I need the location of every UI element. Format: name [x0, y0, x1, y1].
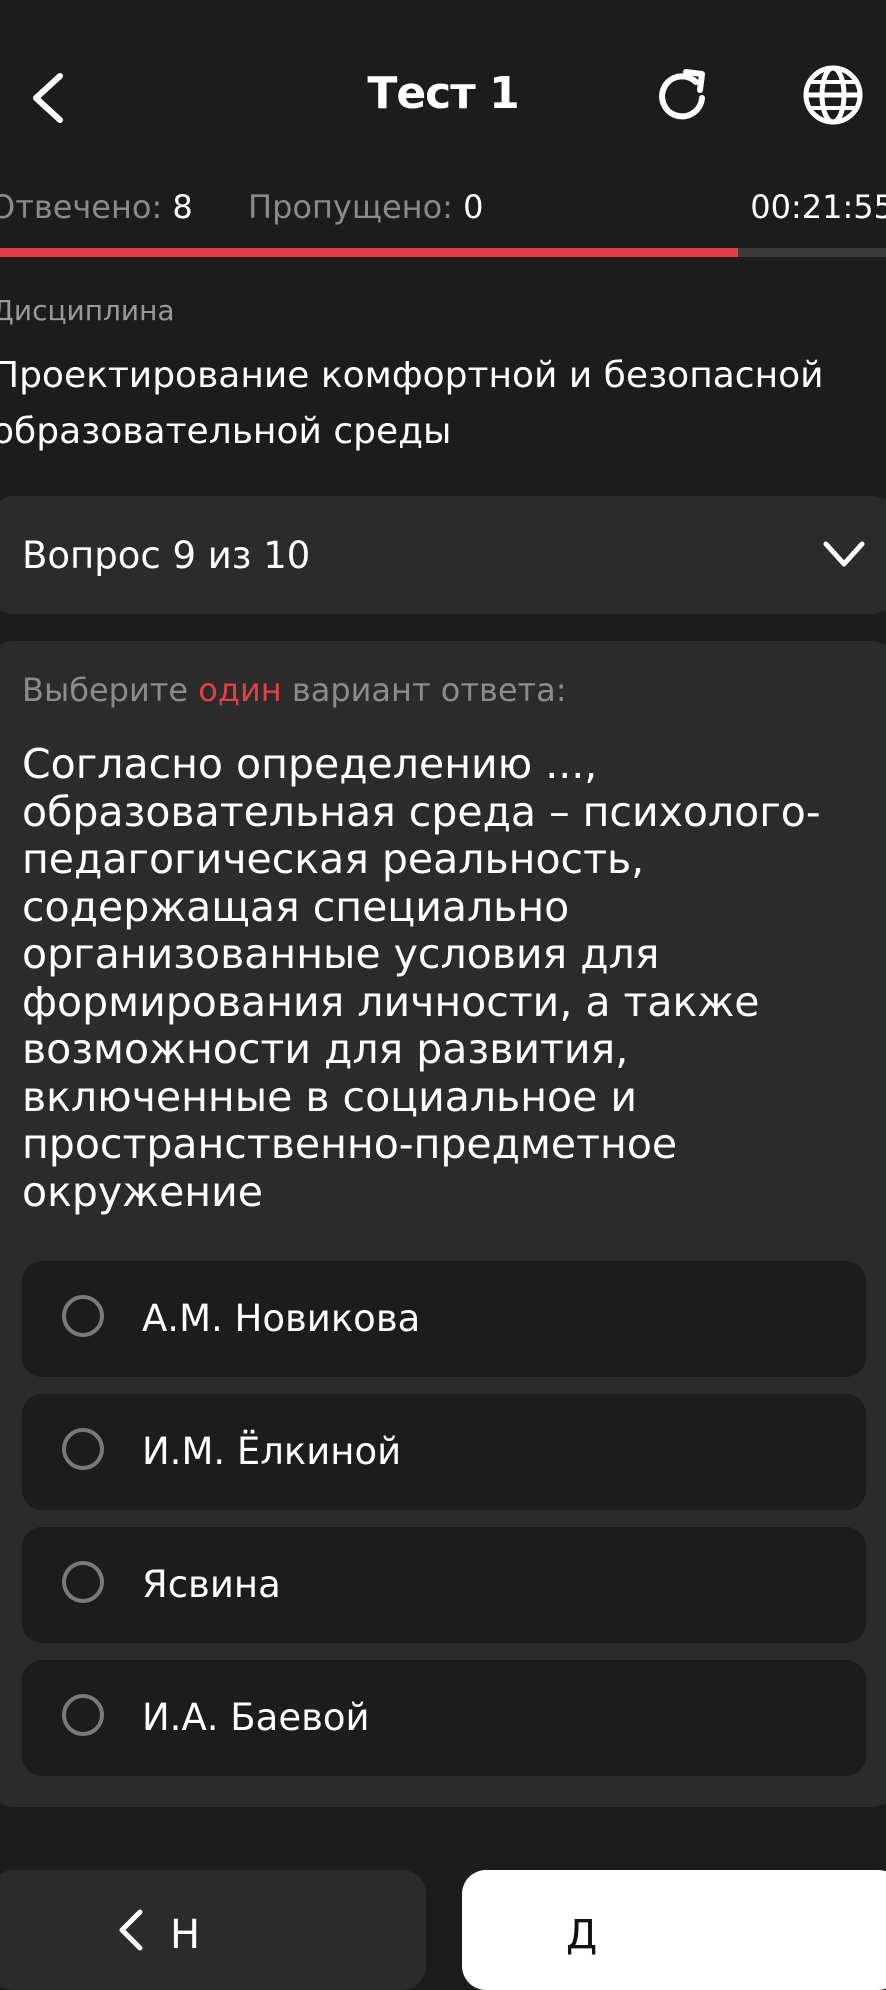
timer: 00:21:55 — [750, 188, 886, 226]
radio-icon[interactable] — [62, 1694, 104, 1736]
next-button-label: Д — [566, 1912, 598, 1958]
discipline-label: Дисциплина — [0, 294, 175, 327]
skipped-count: Пропущено: 0 — [248, 188, 483, 226]
progress-bar — [0, 248, 886, 257]
question-selector[interactable]: Вопрос 9 из 10 — [0, 496, 886, 614]
radio-icon[interactable] — [62, 1561, 104, 1603]
radio-icon[interactable] — [62, 1295, 104, 1337]
instruction-accent: один — [198, 671, 282, 709]
answered-label: Отвечено: — [0, 188, 163, 226]
answer-option-label: И.А. Баевой — [142, 1696, 370, 1739]
answered-count: Отвечено: 8 — [0, 188, 193, 226]
answer-option[interactable]: А.М. Новикова — [22, 1261, 866, 1377]
skipped-value: 0 — [463, 188, 484, 226]
instruction-suffix: вариант ответа: — [291, 671, 567, 709]
globe-icon — [803, 65, 863, 125]
answered-value: 8 — [172, 188, 193, 226]
question-selector-label: Вопрос 9 из 10 — [22, 534, 311, 577]
chevron-left-icon — [119, 1909, 143, 1951]
answer-option[interactable]: И.М. Ёлкиной — [22, 1394, 866, 1510]
next-button[interactable]: Д — [462, 1870, 886, 1990]
skipped-label: Пропущено: — [248, 188, 453, 226]
progress-fill — [0, 248, 739, 257]
chevron-down-icon — [823, 541, 865, 567]
answer-instruction: Выберите один вариант ответа: — [22, 671, 567, 709]
reload-button[interactable] — [652, 64, 716, 128]
question-card: Выберите один вариант ответа: Согласно о… — [0, 641, 886, 1807]
app-header: Тест 1 — [0, 0, 886, 190]
question-text: Согласно определению ..., образовательна… — [22, 740, 821, 1216]
instruction-prefix: Выберите — [22, 671, 189, 709]
answer-option[interactable]: И.А. Баевой — [22, 1660, 866, 1776]
previous-button-label: Н — [170, 1912, 201, 1958]
answer-option-label: И.М. Ёлкиной — [142, 1430, 402, 1473]
discipline-name: Проектирование комфортной и безопасной о… — [0, 355, 824, 452]
page-title: Тест 1 — [367, 68, 519, 119]
language-button[interactable] — [800, 62, 866, 128]
previous-button[interactable]: Н — [0, 1870, 426, 1990]
test-stats: Отвечено: 8 Пропущено: 0 00:21:55 — [0, 188, 886, 232]
reload-icon — [659, 69, 705, 120]
answer-option[interactable]: Ясвина — [22, 1527, 866, 1643]
answer-option-label: Ясвина — [142, 1563, 281, 1606]
radio-icon[interactable] — [62, 1428, 104, 1470]
answer-option-label: А.М. Новикова — [142, 1297, 421, 1340]
